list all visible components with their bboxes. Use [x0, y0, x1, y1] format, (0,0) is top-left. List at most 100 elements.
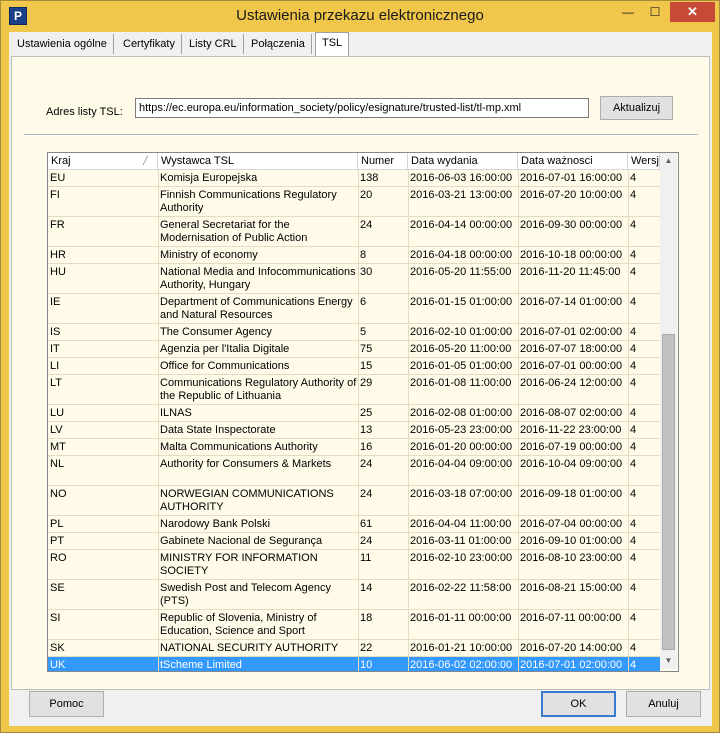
cell-number: 6 [360, 296, 367, 308]
column-header-issuer[interactable]: Wystawca TSL [158, 153, 358, 169]
cell-expiry-date: 2016-10-04 09:00:00 [520, 458, 623, 470]
tab-certificates[interactable]: Certyfikaty [117, 34, 182, 54]
column-gridline [358, 358, 359, 374]
column-header-country[interactable]: Kraj ╱ [48, 153, 158, 169]
tsl-table[interactable]: Kraj ╱ Wystawca TSL Numer Data wydania D… [47, 152, 679, 672]
cell-number: 22 [360, 642, 373, 654]
cell-version: 4 [630, 172, 637, 184]
cell-issuer: ILNAS [160, 407, 192, 419]
column-header-issue-date[interactable]: Data wydania [408, 153, 518, 169]
table-row[interactable]: FI Finnish Communications Regulatory Auth… [48, 187, 660, 217]
cell-issue-date: 2016-06-02 02:00:00 [410, 659, 513, 671]
table-row[interactable]: RO MINISTRY FOR INFORMATION SOCIETY 11 2016… [48, 550, 660, 580]
table-row[interactable]: HU National Media and Infocommunications … [48, 264, 660, 294]
column-gridline [518, 405, 519, 421]
title-bar[interactable]: P Ustawienia przekazu elektronicznego — … [1, 1, 719, 31]
column-gridline [518, 324, 519, 340]
table-row[interactable]: SI Republic of Slovenia, Ministry of Educ… [48, 610, 660, 640]
tab-connections[interactable]: Połączenia [245, 34, 312, 54]
cell-issue-date: 2016-05-23 23:00:00 [410, 424, 513, 436]
column-header-version[interactable]: Wersja [628, 153, 660, 169]
column-gridline [158, 358, 159, 374]
column-gridline [358, 422, 359, 438]
column-gridline [358, 580, 359, 609]
cell-issue-date: 2016-03-18 07:00:00 [410, 488, 513, 500]
update-button[interactable]: Aktualizuj [600, 96, 673, 120]
cell-issue-date: 2016-06-03 16:00:00 [410, 172, 513, 184]
table-row[interactable]: IT Agenzia per l'Italia Digitale 75 2016-05… [48, 341, 660, 358]
column-header-expiry-date[interactable]: Data ważnosci [518, 153, 628, 169]
cell-number: 24 [360, 535, 373, 547]
table-row[interactable]: MT Malta Communications Authority 16 2016-0… [48, 439, 660, 456]
table-row[interactable]: LI Office for Communications 15 2016-01-05 … [48, 358, 660, 375]
scrollbar-thumb[interactable] [662, 334, 675, 650]
cell-issue-date: 2016-01-05 01:00:00 [410, 360, 513, 372]
cell-number: 24 [360, 219, 373, 231]
cell-issue-date: 2016-04-04 11:00:00 [410, 518, 512, 530]
cell-issuer: Department of Communications Energy and … [160, 296, 353, 321]
maximize-button[interactable]: ☐ [642, 2, 668, 22]
table-row[interactable]: LU ILNAS 25 2016-02-08 01:00:00 2016-08-07 0… [48, 405, 660, 422]
cell-version: 4 [630, 219, 637, 231]
cell-number: 5 [360, 326, 367, 338]
sort-ascending-icon: ╱ [143, 156, 148, 165]
cell-number: 10 [360, 659, 373, 671]
table-row[interactable]: FR General Secretariat for the Modernisat… [48, 217, 660, 247]
column-gridline [628, 217, 629, 246]
column-header-number[interactable]: Numer [358, 153, 408, 169]
vertical-scrollbar[interactable]: ▲ ▼ [660, 153, 677, 669]
cell-number: 15 [360, 360, 373, 372]
column-gridline [628, 422, 629, 438]
table-row[interactable]: LT Communications Regulatory Authority of… [48, 375, 660, 405]
column-gridline [358, 550, 359, 579]
column-gridline [358, 439, 359, 455]
help-button[interactable]: Pomoc [29, 691, 104, 717]
table-row[interactable]: IE Department of Communications Energy an… [48, 294, 660, 324]
tab-tsl[interactable]: TSL [315, 32, 350, 57]
cell-expiry-date: 2016-07-04 00:00:00 [520, 518, 623, 530]
cell-country: SI [50, 612, 61, 624]
table-row[interactable]: SK NATIONAL SECURITY AUTHORITY 22 2016-01-2… [48, 640, 660, 657]
scroll-up-arrow-icon[interactable]: ▲ [660, 153, 677, 169]
cell-country: SE [50, 582, 65, 594]
minimize-button[interactable]: — [615, 2, 641, 22]
table-header: Kraj ╱ Wystawca TSL Numer Data wydania D… [48, 153, 660, 170]
cell-issue-date: 2016-05-20 11:00:00 [410, 343, 512, 355]
cell-expiry-date: 2016-07-19 00:00:00 [520, 441, 623, 453]
table-row[interactable]: HR Ministry of economy 8 2016-04-18 00:00:0… [48, 247, 660, 264]
column-gridline [628, 341, 629, 357]
table-row[interactable]: NL Authority for Consumers & Markets 24 201… [48, 456, 660, 486]
table-row[interactable]: UK tScheme Limited 10 2016-06-02 02:00:00 20… [48, 657, 660, 671]
table-row[interactable]: PT Gabinete Nacional de Segurança 24 2016-0… [48, 533, 660, 550]
column-gridline [628, 375, 629, 404]
table-row[interactable]: NO NORWEGIAN COMMUNICATIONS AUTHORITY 24 20… [48, 486, 660, 516]
cell-number: 61 [360, 518, 373, 530]
table-row[interactable]: IS The Consumer Agency 5 2016-02-10 01:00:0… [48, 324, 660, 341]
table-row[interactable]: LV Data State Inspectorate 13 2016-05-23 23… [48, 422, 660, 439]
tsl-address-input[interactable] [135, 98, 589, 118]
cell-version: 4 [630, 343, 637, 355]
cell-number: 14 [360, 582, 373, 594]
cell-number: 11 [360, 552, 372, 564]
cell-country: LT [50, 377, 63, 389]
cell-version: 4 [630, 458, 637, 470]
cell-issue-date: 2016-01-11 00:00:00 [410, 612, 512, 624]
column-gridline [628, 247, 629, 263]
tab-crl-lists[interactable]: Listy CRL [183, 34, 244, 54]
tab-general-settings[interactable]: Ustawienia ogólne [11, 34, 114, 54]
table-row[interactable]: SE Swedish Post and Telecom Agency (PTS) 1… [48, 580, 660, 610]
table-row[interactable]: EU Komisja Europejska 138 2016-06-03 16:00:… [48, 170, 660, 187]
cell-number: 13 [360, 424, 373, 436]
column-gridline [158, 324, 159, 340]
ok-button[interactable]: OK [541, 691, 616, 717]
cell-version: 4 [630, 518, 637, 530]
column-gridline [358, 657, 359, 671]
cancel-button[interactable]: Anuluj [626, 691, 701, 717]
close-button[interactable]: ✕ [670, 2, 715, 22]
column-gridline [408, 640, 409, 656]
cell-version: 4 [630, 249, 637, 261]
column-gridline [408, 550, 409, 579]
cell-country: NL [50, 458, 65, 470]
table-row[interactable]: PL Narodowy Bank Polski 61 2016-04-04 11:00… [48, 516, 660, 533]
scroll-down-arrow-icon[interactable]: ▼ [660, 653, 677, 669]
